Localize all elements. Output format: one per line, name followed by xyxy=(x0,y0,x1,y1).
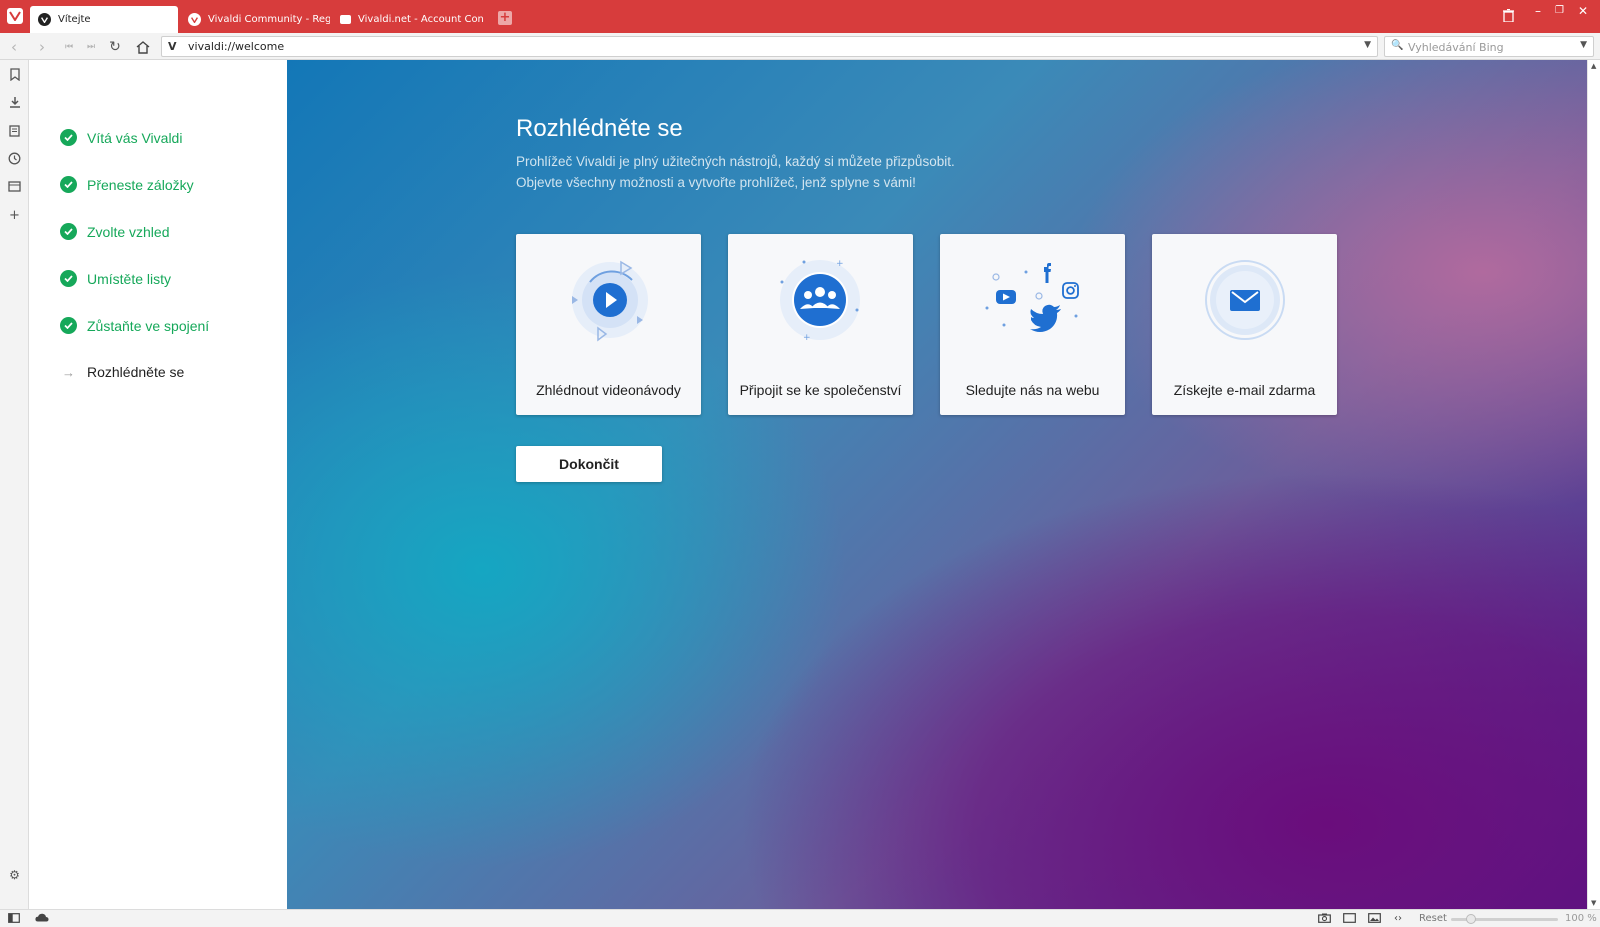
sync-cloud-icon[interactable] xyxy=(35,913,49,925)
step-label: Zvolte vzhled xyxy=(87,223,170,240)
history-icon[interactable] xyxy=(7,151,22,166)
step-label: Rozhlédněte se xyxy=(87,364,185,380)
check-icon xyxy=(60,176,77,193)
card-label: Připojit se ke společenství xyxy=(739,382,902,398)
tab-account[interactable]: Vivaldi.net - Account Confir xyxy=(332,6,484,33)
window-panel-icon[interactable] xyxy=(7,179,22,194)
page-actions-icon[interactable]: ‹› xyxy=(1394,913,1402,924)
tab-label: Vivaldi.net - Account Confir xyxy=(358,14,484,25)
step-welcome[interactable]: Vítá vás Vivaldi xyxy=(60,129,182,146)
check-icon xyxy=(60,223,77,240)
home-icon[interactable] xyxy=(134,38,152,56)
svg-text:+: + xyxy=(803,333,811,343)
play-icon xyxy=(572,260,648,342)
tab-bar: Vítejte Vivaldi Community - Regist Vival… xyxy=(0,0,1600,33)
fast-forward-icon[interactable]: ⏭ xyxy=(82,38,100,56)
reload-icon[interactable]: ↻ xyxy=(106,38,124,56)
step-import-bookmarks[interactable]: Přeneste záložky xyxy=(60,176,194,193)
step-tab-position[interactable]: Umístěte listy xyxy=(60,270,171,287)
tab-label: Vivaldi Community - Regist xyxy=(208,14,330,25)
check-icon xyxy=(60,317,77,334)
tab-community[interactable]: Vivaldi Community - Regist xyxy=(180,6,330,33)
page-scrollbar[interactable]: ▲ ▼ xyxy=(1587,60,1600,909)
new-tab-button[interactable]: + xyxy=(498,11,512,25)
side-panel: + ⚙ xyxy=(0,60,29,909)
step-stay-connected[interactable]: Zůstaňte ve spojení xyxy=(60,317,209,334)
minimize-icon[interactable]: – xyxy=(1535,4,1541,18)
page-title: Rozhlédněte se xyxy=(516,115,683,142)
mail-icon xyxy=(1205,260,1285,340)
trash-icon[interactable] xyxy=(1503,8,1514,25)
notes-icon[interactable] xyxy=(7,123,22,138)
svg-text:+: + xyxy=(836,259,844,269)
search-field[interactable]: 🔍 Vyhledávání Bing ▼ xyxy=(1384,36,1594,57)
card-label: Získejte e-mail zdarma xyxy=(1173,382,1316,398)
card-free-email[interactable]: Získejte e-mail zdarma xyxy=(1152,234,1337,415)
step-label: Umístěte listy xyxy=(87,270,172,287)
card-label: Zhlédnout videonávody xyxy=(536,382,681,398)
welcome-content: Rozhlédněte se Prohlížeč Vivaldi je plný… xyxy=(287,60,1587,909)
back-icon[interactable]: ‹ xyxy=(5,38,23,56)
check-icon xyxy=(60,270,77,287)
zoom-level: 100 % xyxy=(1565,913,1597,924)
card-label: Sledujte nás na webu xyxy=(965,382,1100,398)
search-engine-icon[interactable]: 🔍 xyxy=(1391,40,1403,51)
url-text: vivaldi://welcome xyxy=(188,40,285,53)
site-info-icon[interactable]: V xyxy=(168,40,177,53)
bookmarks-icon[interactable] xyxy=(7,67,22,82)
social-icon xyxy=(985,263,1079,332)
page-subtitle-line1: Prohlížeč Vivaldi je plný užitečných nás… xyxy=(516,154,955,169)
capture-camera-icon[interactable] xyxy=(1318,913,1331,926)
vivaldi-favicon-icon xyxy=(38,13,51,26)
close-icon[interactable]: ✕ xyxy=(1578,4,1588,18)
add-panel-icon[interactable]: + xyxy=(7,208,22,223)
panel-toggle-icon[interactable] xyxy=(8,913,20,926)
community-icon: + + xyxy=(780,259,860,343)
check-icon xyxy=(60,129,77,146)
card-join-community[interactable]: + + Připojit se ke společenství xyxy=(728,234,913,415)
arrow-right-icon: → xyxy=(62,364,75,380)
tab-label: Vítejte xyxy=(58,14,91,25)
restore-icon[interactable]: ❐ xyxy=(1555,5,1564,16)
settings-gear-icon[interactable]: ⚙ xyxy=(7,867,22,882)
zoom-reset-button[interactable]: Reset xyxy=(1419,913,1447,924)
step-look-around[interactable]: → Rozhlédněte se xyxy=(60,364,184,380)
forward-icon[interactable]: › xyxy=(33,38,51,56)
rewind-icon[interactable]: ⏮ xyxy=(60,38,78,56)
tab-welcome[interactable]: Vítejte xyxy=(30,6,178,33)
search-dropdown-icon[interactable]: ▼ xyxy=(1580,40,1587,50)
welcome-steps-nav: Vítá vás Vivaldi Přeneste záložky Zvolte… xyxy=(29,60,287,909)
card-video-tutorials[interactable]: Zhlédnout videonávody xyxy=(516,234,701,415)
status-bar: ‹› Reset 100 % xyxy=(0,909,1600,927)
vivaldi-menu-icon[interactable] xyxy=(7,8,23,24)
step-label: Přeneste záložky xyxy=(87,176,194,193)
scroll-down-icon[interactable]: ▼ xyxy=(1591,899,1596,907)
card-follow-web[interactable]: Sledujte nás na webu xyxy=(940,234,1125,415)
address-bar: ‹ › ⏮ ⏭ ↻ V vivaldi://welcome ▼ 🔍 Vyhled… xyxy=(0,33,1600,60)
scroll-up-icon[interactable]: ▲ xyxy=(1591,62,1596,70)
finish-button[interactable]: Dokončit xyxy=(516,446,662,482)
page-subtitle-line2: Objevte všechny možnosti a vytvořte proh… xyxy=(516,175,916,190)
vivaldi-favicon-icon xyxy=(188,13,201,26)
step-choose-theme[interactable]: Zvolte vzhled xyxy=(60,223,169,240)
mail-favicon-icon xyxy=(340,15,351,24)
step-label: Vítá vás Vivaldi xyxy=(87,129,183,146)
downloads-icon[interactable] xyxy=(7,95,22,110)
url-field[interactable]: V vivaldi://welcome ▼ xyxy=(161,36,1378,57)
search-placeholder: Vyhledávání Bing xyxy=(1408,41,1504,54)
tiling-icon[interactable] xyxy=(1343,913,1356,926)
zoom-slider-handle[interactable] xyxy=(1466,914,1476,924)
url-dropdown-icon[interactable]: ▼ xyxy=(1364,40,1371,50)
images-toggle-icon[interactable] xyxy=(1368,913,1381,926)
step-label: Zůstaňte ve spojení xyxy=(87,317,210,334)
